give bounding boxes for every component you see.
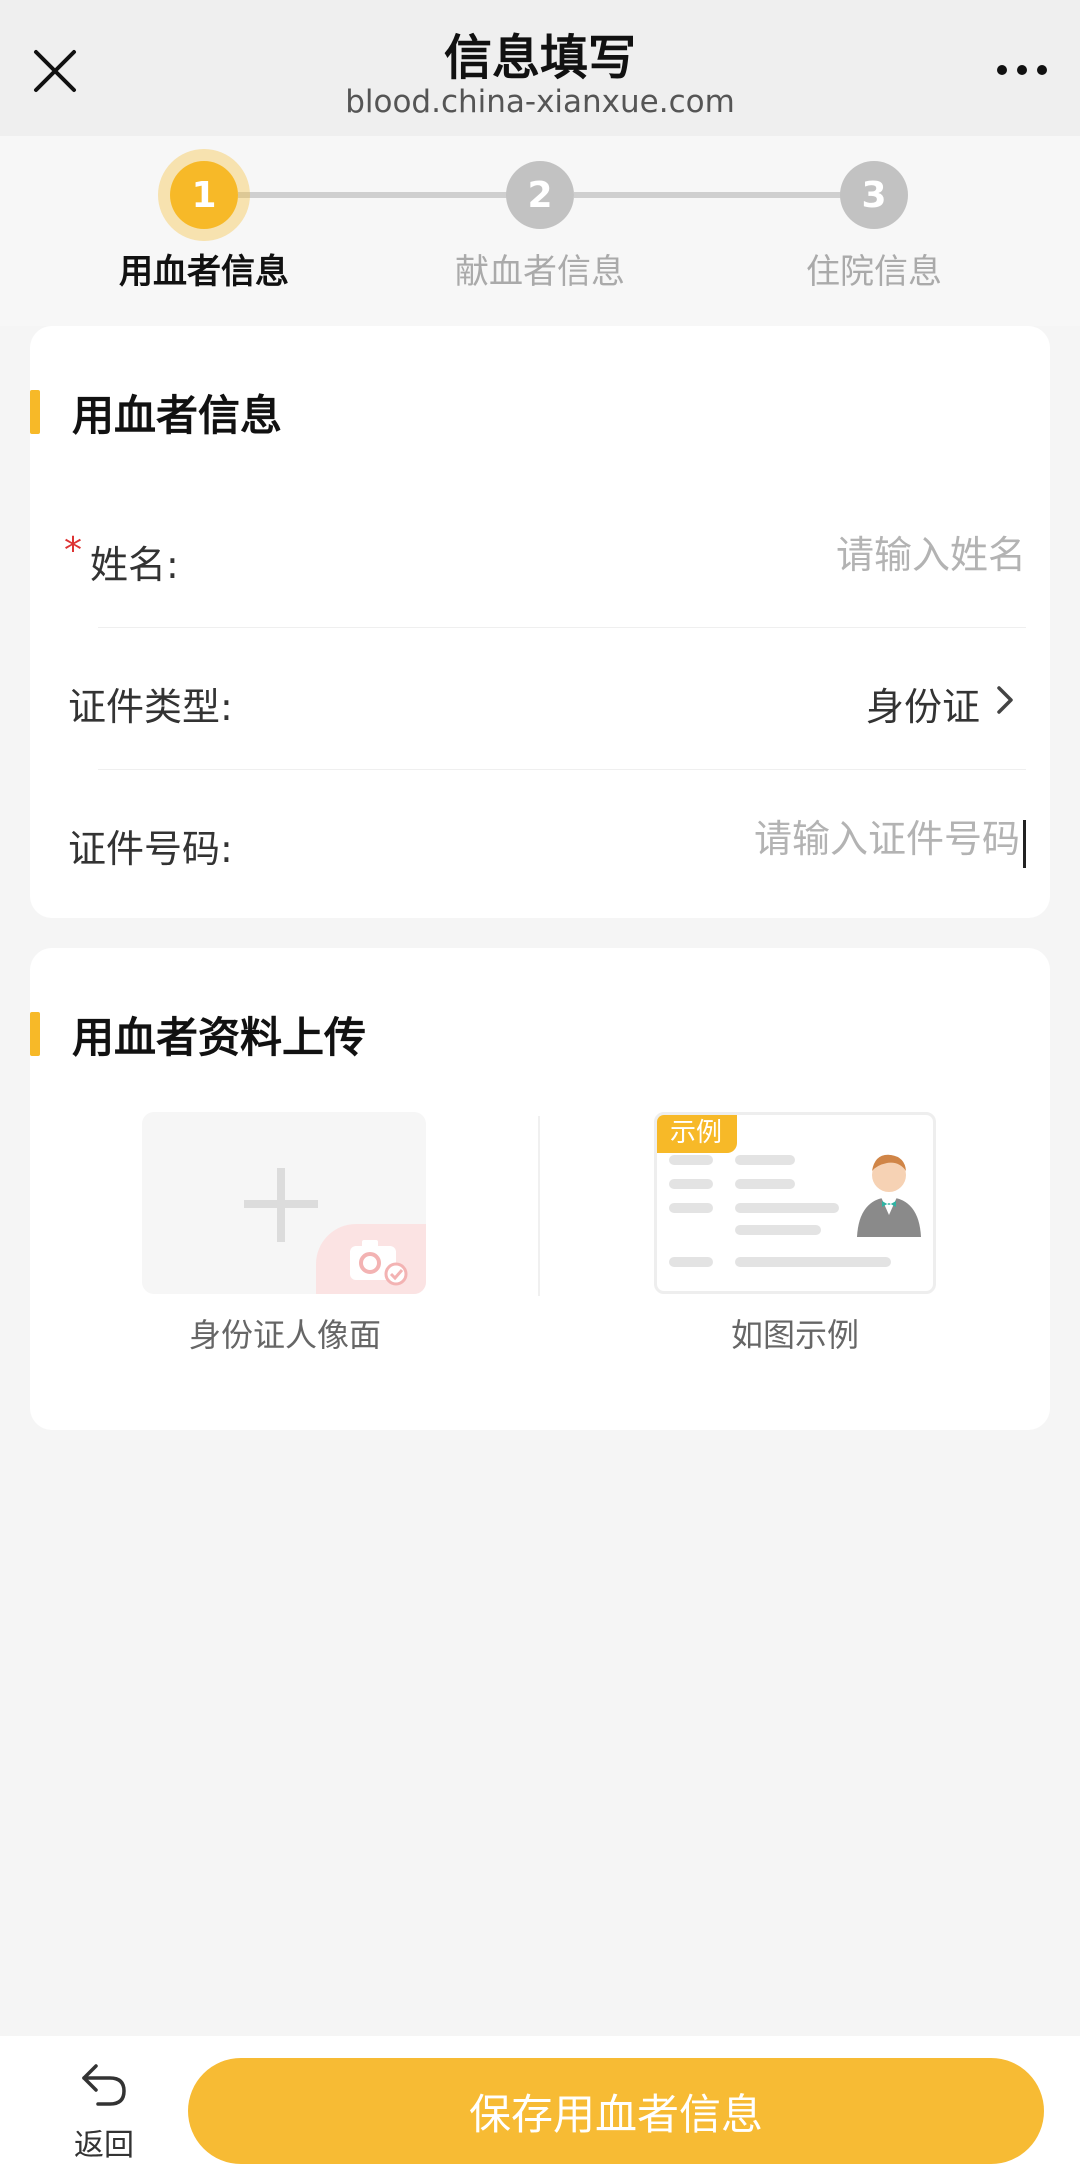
- progress-stepper: 1 2 3 用血者信息 献血者信息 住院信息: [0, 136, 1080, 326]
- id-type-row[interactable]: 证件类型: 身份证: [68, 628, 1026, 770]
- section-accent-bar: [30, 390, 40, 434]
- step-3-label: 住院信息: [806, 252, 942, 292]
- vertical-divider: [538, 1116, 540, 1296]
- step-3-circle: 3: [840, 161, 908, 229]
- bottom-action-bar: 返回 保存用血者信息: [0, 2036, 1080, 2179]
- page-url: blood.china-xianxue.com: [345, 84, 735, 120]
- upload-card: 用血者资料上传 身份证人像面 示例 如图示例: [30, 948, 1050, 1430]
- plus-icon: [277, 1168, 285, 1242]
- example-tag: 示例: [657, 1115, 737, 1153]
- id-number-input[interactable]: [460, 804, 1020, 874]
- step-1-label: 用血者信息: [119, 252, 289, 292]
- back-arrow-icon: [82, 2064, 126, 2106]
- back-button[interactable]: 返回: [56, 2058, 152, 2168]
- camera-badge: [316, 1224, 426, 1294]
- step-connector: [238, 192, 508, 198]
- camera-icon: [350, 1240, 408, 1286]
- step-connector: [574, 192, 844, 198]
- chevron-right-icon: [997, 686, 1013, 714]
- upload-label: 身份证人像面: [188, 1316, 381, 1354]
- text-cursor: [1023, 820, 1026, 868]
- required-mark: *: [64, 530, 82, 571]
- back-label: 返回: [74, 2128, 134, 2163]
- id-number-label: 证件号码:: [68, 827, 233, 871]
- id-number-row: 证件号码:: [68, 770, 1026, 912]
- section-accent-bar: [30, 1012, 40, 1056]
- more-button[interactable]: [992, 52, 1052, 88]
- step-2-circle: 2: [506, 161, 574, 229]
- name-input[interactable]: [466, 520, 1026, 590]
- id-type-label: 证件类型:: [68, 685, 233, 729]
- step-1-circle: 1: [170, 161, 238, 229]
- name-label: 姓名:: [90, 543, 179, 587]
- name-row: * 姓名:: [64, 486, 1026, 628]
- id-type-value[interactable]: 身份证: [866, 676, 980, 731]
- step-2-label: 献血者信息: [455, 252, 625, 292]
- person-avatar-icon: [857, 1154, 921, 1237]
- section-title: 用血者信息: [72, 391, 283, 440]
- patient-info-card: 用血者信息 * 姓名: 证件类型: 身份证 证件号码:: [30, 326, 1050, 918]
- example-label: 如图示例: [730, 1316, 859, 1354]
- page-title: 信息填写: [443, 30, 636, 86]
- id-photo-upload[interactable]: [142, 1112, 426, 1294]
- example-id-card: 示例: [654, 1112, 936, 1294]
- top-nav-bar: 信息填写 blood.china-xianxue.com: [0, 0, 1080, 136]
- section-title: 用血者资料上传: [72, 1013, 367, 1062]
- more-icon: [997, 65, 1047, 75]
- save-patient-info-button[interactable]: 保存用血者信息: [188, 2058, 1044, 2164]
